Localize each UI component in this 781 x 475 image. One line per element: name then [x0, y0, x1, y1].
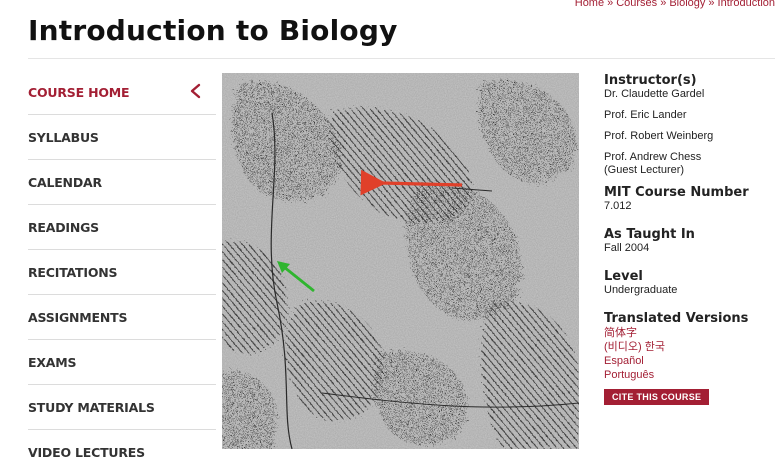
translation-link-portuguese[interactable]: Português [604, 368, 779, 382]
instructor-name: Prof. Robert Weinberg [604, 130, 714, 142]
instructor-name: Prof. Andrew Chess [604, 151, 702, 163]
translation-link-chinese[interactable]: 简体字 [604, 326, 779, 340]
taught-in-label: As Taught In [604, 227, 695, 242]
sidebar-item-readings[interactable]: READINGS [28, 205, 216, 250]
sidebar-item-label: COURSE HOME [28, 84, 130, 100]
sidebar-item-label: SYLLABUS [28, 129, 99, 145]
title-divider [28, 58, 775, 59]
chevron-left-icon[interactable] [188, 83, 204, 99]
red-arrow [360, 169, 463, 196]
micrograph-image [222, 73, 579, 449]
sidebar-item-assignments[interactable]: ASSIGNMENTS [28, 295, 216, 340]
breadcrumb-courses[interactable]: Courses [616, 0, 657, 9]
breadcrumb-biology[interactable]: Biology [669, 0, 705, 9]
translation-link-korean[interactable]: (비디오) 한국 [604, 340, 779, 354]
sidebar-item-exams[interactable]: EXAMS [28, 340, 216, 385]
breadcrumb-separator: » [660, 0, 667, 9]
instructors-label: Instructor(s) [604, 73, 697, 88]
level-label: Level [604, 269, 643, 284]
sidebar-item-label: RECITATIONS [28, 264, 118, 280]
page-title: Introduction to Biology [28, 14, 398, 47]
instructor-name: Prof. Eric Lander [604, 109, 687, 121]
breadcrumb-home[interactable]: Home [575, 0, 604, 9]
course-info-panel: Instructor(s) Dr. Claudette Gardel Prof.… [604, 73, 779, 405]
breadcrumb: Home» Courses» Biology» Introduction [575, 0, 775, 9]
taught-in-value: Fall 2004 [604, 242, 650, 254]
sidebar-item-label: VIDEO LECTURES [28, 444, 145, 460]
translation-link-spanish[interactable]: Español [604, 354, 779, 368]
sidebar-item-course-home[interactable]: COURSE HOME [28, 70, 216, 115]
course-number-label: MIT Course Number [604, 185, 749, 200]
breadcrumb-current: Introduction [717, 0, 775, 9]
sidebar-item-label: CALENDAR [28, 174, 102, 190]
sidebar-item-label: ASSIGNMENTS [28, 309, 128, 325]
level-value: Undergraduate [604, 284, 678, 296]
sidebar-item-video-lectures[interactable]: VIDEO LECTURES [28, 430, 216, 474]
breadcrumb-separator: » [708, 0, 715, 9]
sidebar-item-recitations[interactable]: RECITATIONS [28, 250, 216, 295]
sidebar-item-study-materials[interactable]: STUDY MATERIALS [28, 385, 216, 430]
course-image [222, 73, 579, 449]
sidebar-nav: COURSE HOME SYLLABUS CALENDAR READINGS R… [28, 70, 216, 474]
instructor-note: (Guest Lecturer) [604, 164, 685, 176]
sidebar-item-label: STUDY MATERIALS [28, 399, 155, 415]
sidebar-item-syllabus[interactable]: SYLLABUS [28, 115, 216, 160]
translated-versions-label: Translated Versions [604, 311, 749, 326]
course-number-value: 7.012 [604, 200, 632, 212]
sidebar-item-label: EXAMS [28, 354, 77, 370]
sidebar-item-label: READINGS [28, 219, 99, 235]
sidebar-item-calendar[interactable]: CALENDAR [28, 160, 216, 205]
instructor-name: Dr. Claudette Gardel [604, 88, 705, 100]
breadcrumb-separator: » [607, 0, 614, 9]
cite-course-button[interactable]: CITE THIS COURSE [604, 389, 710, 405]
